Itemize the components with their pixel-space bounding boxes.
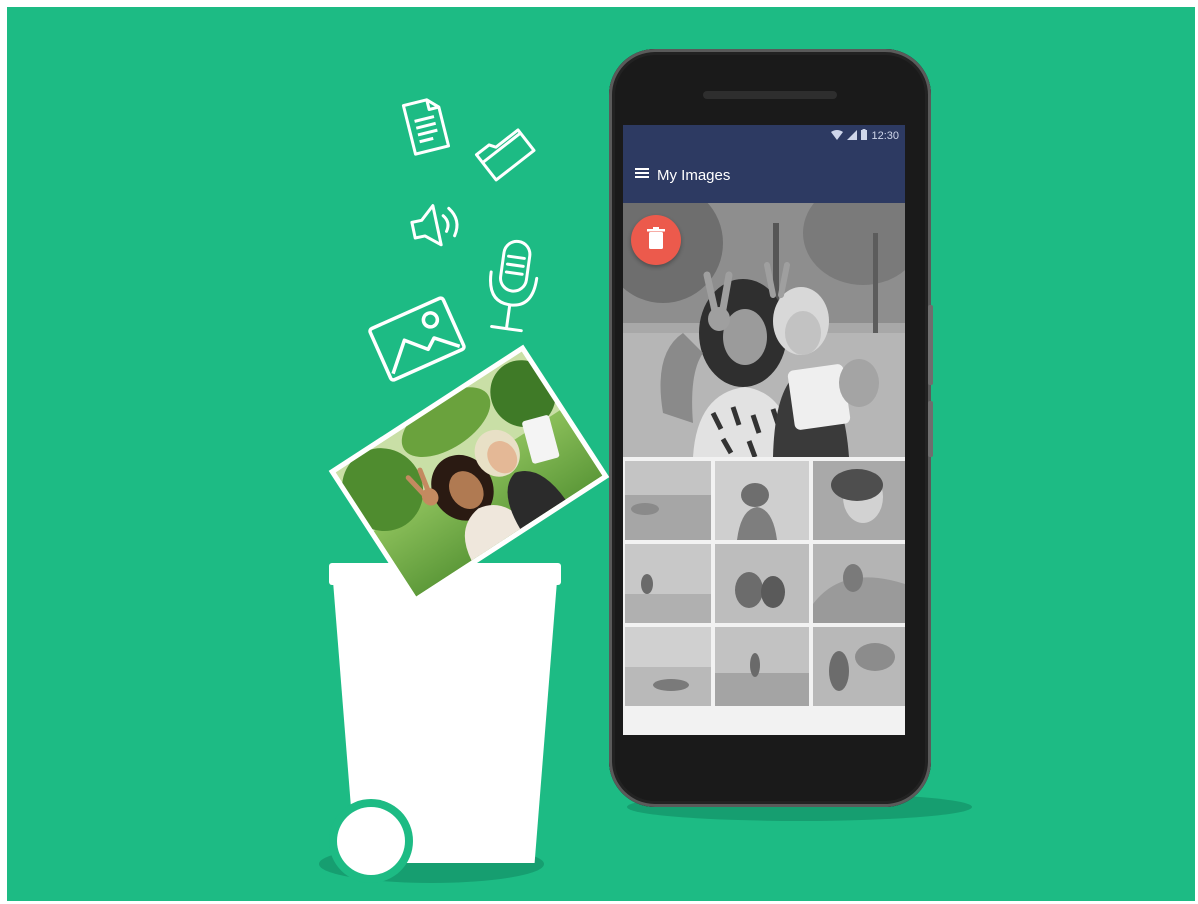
wifi-icon [831, 129, 844, 143]
grid-thumbnail[interactable] [715, 461, 809, 540]
menu-icon[interactable] [635, 166, 649, 184]
app-bar: My Images [623, 147, 905, 203]
status-time: 12:30 [871, 130, 899, 142]
signal-icon [847, 129, 858, 143]
grid-thumbnail[interactable] [715, 544, 809, 623]
power-button[interactable] [928, 401, 933, 457]
app-title: My Images [657, 166, 731, 184]
grid-thumbnail[interactable] [625, 627, 711, 706]
trash-bin [329, 563, 561, 883]
speaker-icon [405, 195, 471, 255]
smartphone: 12:30 My Images [609, 49, 933, 807]
document-icon [399, 95, 451, 157]
grid-thumbnail[interactable] [625, 544, 711, 623]
image-icon [363, 291, 471, 387]
grid-thumbnail[interactable] [813, 627, 905, 706]
phone-speaker [703, 91, 837, 99]
microphone-icon [475, 235, 549, 343]
status-bar: 12:30 [623, 125, 905, 147]
phone-screen: 12:30 My Images [623, 125, 905, 735]
bin-wheel [337, 807, 405, 875]
grid-thumbnail[interactable] [715, 627, 809, 706]
delete-button[interactable] [631, 215, 681, 265]
selfie-photo-color [335, 351, 603, 597]
grid-thumbnail[interactable] [813, 544, 905, 623]
volume-button[interactable] [928, 305, 933, 385]
promo-scene: 12:30 My Images [7, 7, 1195, 901]
folder-icon [472, 119, 536, 183]
grid-thumbnail[interactable] [625, 461, 711, 540]
image-grid [623, 457, 905, 706]
battery-icon [861, 129, 868, 143]
featured-image[interactable] [623, 203, 905, 457]
grid-thumbnail[interactable] [813, 461, 905, 540]
trash-icon [647, 226, 665, 254]
